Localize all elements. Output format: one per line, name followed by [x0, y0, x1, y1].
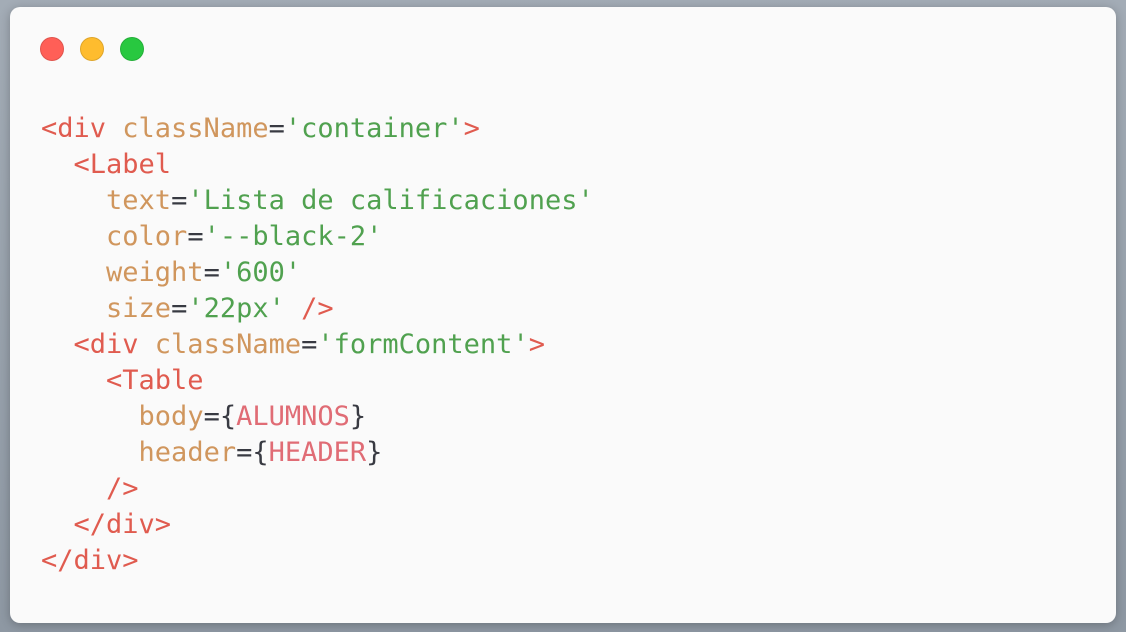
code-line: size='22px' /> [41, 291, 594, 327]
code-line: /> [41, 471, 594, 507]
code-punctuation-token: } [366, 437, 383, 468]
code-tag-token: </div> [73, 509, 172, 540]
code-punctuation-token: ={ [203, 401, 237, 432]
code-punctuation-token [41, 401, 139, 432]
code-line: </div> [41, 507, 594, 543]
code-tag-token: <div [41, 113, 123, 144]
code-string-token: 'formContent' [317, 329, 529, 360]
code-punctuation-token: ={ [236, 437, 269, 468]
code-string-token: 'container' [284, 113, 464, 144]
code-tag-token: <Label [73, 149, 172, 180]
code-punctuation-token: = [171, 185, 188, 216]
code-punctuation-token: = [171, 293, 188, 324]
code-punctuation-token: } [349, 401, 367, 432]
code-punctuation-token: = [268, 113, 285, 144]
code-line: <div className='formContent'> [41, 327, 594, 363]
code-punctuation-token [41, 473, 106, 504]
code-line: <Table [41, 363, 594, 399]
code-line: weight='600' [41, 255, 594, 291]
code-attribute-token: body [138, 401, 204, 432]
code-block: <div className='container'> <Label text=… [41, 111, 594, 579]
code-tag-token: /> [106, 473, 139, 504]
window-controls [40, 37, 144, 61]
code-string-token: '22px' [187, 293, 285, 324]
code-punctuation-token [41, 365, 106, 396]
code-tag-token: /> [284, 293, 334, 324]
code-line: <Label [41, 147, 594, 183]
code-string-token: 'Lista de calificaciones' [187, 185, 594, 216]
code-attribute-token: header [138, 437, 237, 468]
code-punctuation-token [41, 293, 106, 324]
code-variable-token: HEADER [268, 437, 367, 468]
code-line: <div className='container'> [41, 111, 594, 147]
minimize-button[interactable] [80, 37, 104, 61]
code-punctuation-token [41, 149, 74, 180]
code-variable-token: ALUMNOS [236, 401, 350, 432]
code-string-token: '--black-2' [203, 221, 383, 252]
code-line: color='--black-2' [41, 219, 594, 255]
code-punctuation-token [41, 437, 139, 468]
code-punctuation-token [41, 329, 74, 360]
code-attribute-token: color [106, 221, 188, 252]
code-punctuation-token [41, 185, 106, 216]
code-attribute-token: className [122, 113, 269, 144]
close-button[interactable] [40, 37, 64, 61]
code-line: body={ALUMNOS} [41, 399, 594, 435]
code-line: text='Lista de calificaciones' [41, 183, 594, 219]
code-attribute-token: weight [106, 257, 204, 288]
code-attribute-token: text [106, 185, 172, 216]
maximize-button[interactable] [120, 37, 144, 61]
code-line: header={HEADER} [41, 435, 594, 471]
code-tag-token: <Table [106, 365, 204, 396]
code-tag-token: > [463, 113, 480, 144]
code-punctuation-token: = [187, 221, 204, 252]
code-punctuation-token [41, 221, 106, 252]
code-string-token: '600' [219, 257, 302, 288]
code-tag-token: </div> [41, 545, 139, 576]
code-punctuation-token [41, 257, 106, 288]
code-tag-token: <div [73, 329, 155, 360]
code-attribute-token: className [154, 329, 302, 360]
code-punctuation-token: = [203, 257, 220, 288]
code-attribute-token: size [106, 293, 172, 324]
code-window: <div className='container'> <Label text=… [10, 7, 1116, 623]
code-tag-token: > [528, 329, 545, 360]
code-line: </div> [41, 543, 594, 579]
code-punctuation-token [41, 509, 74, 540]
code-punctuation-token: = [301, 329, 318, 360]
